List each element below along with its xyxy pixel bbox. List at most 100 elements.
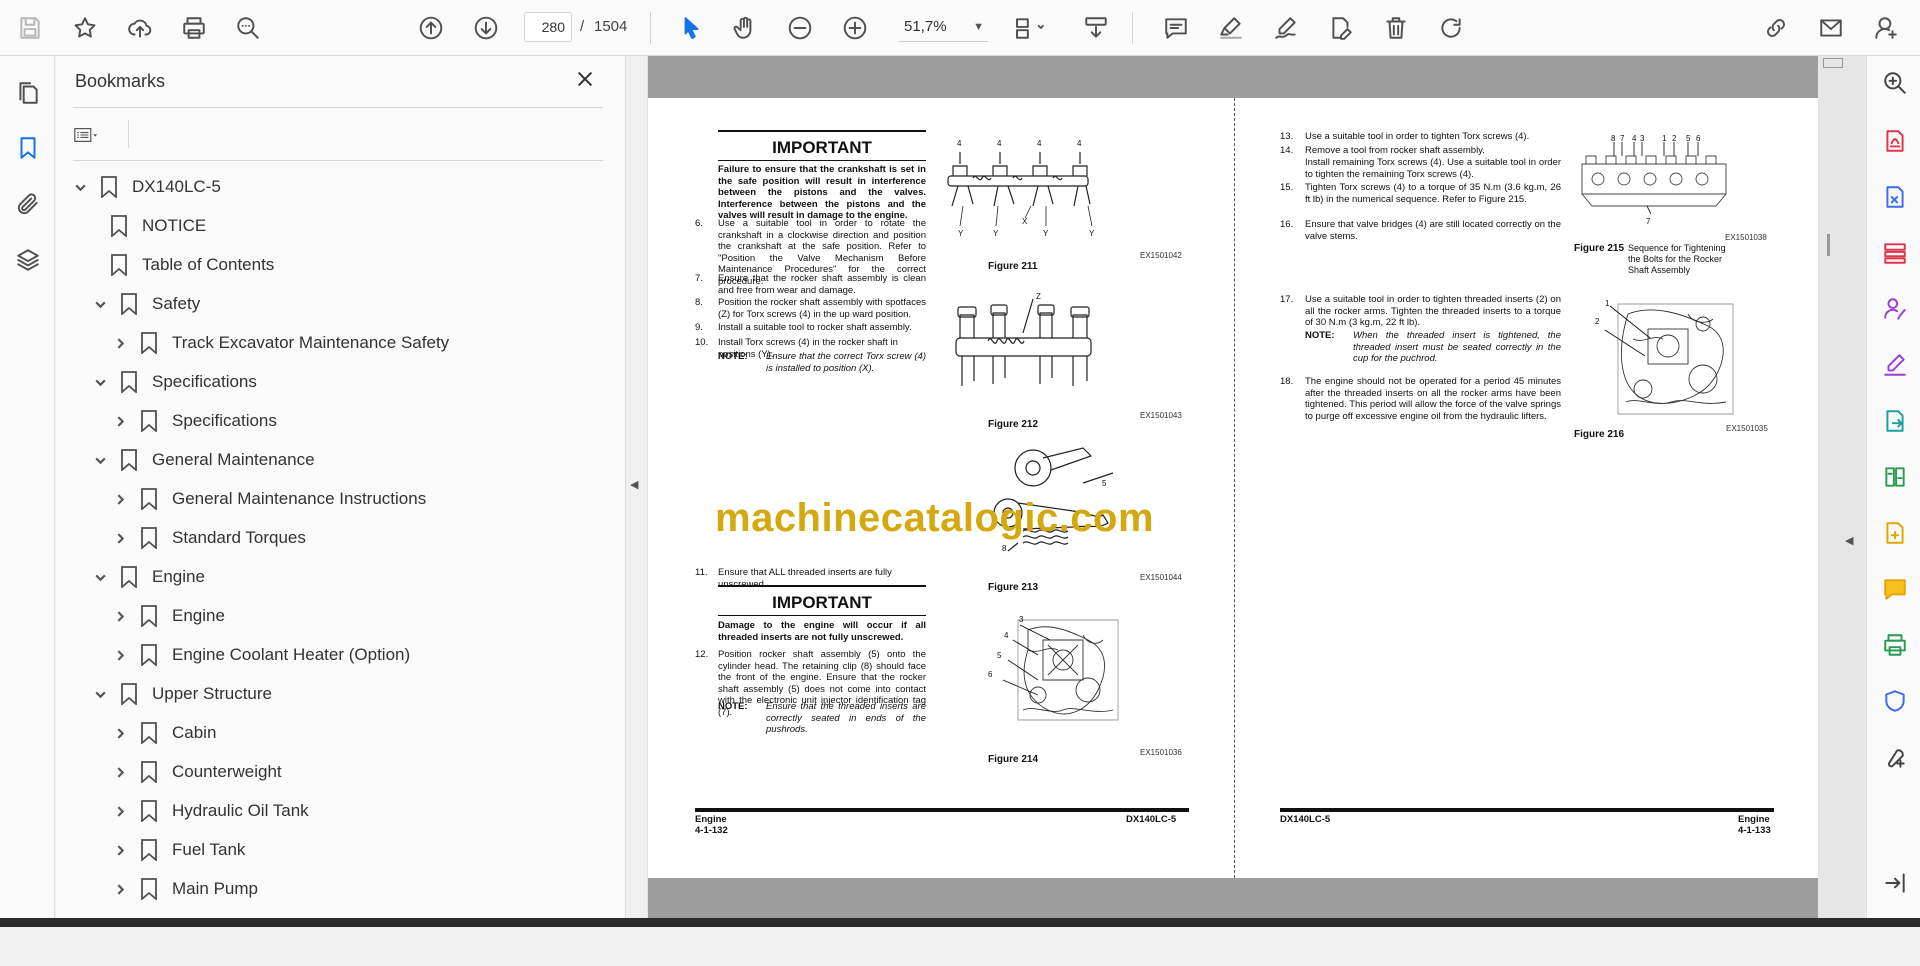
request-signatures-icon[interactable] (1880, 294, 1910, 324)
create-pdf-icon[interactable] (1880, 518, 1910, 548)
bookmark-item[interactable]: Hydraulic Oil Tank (110, 794, 309, 828)
chevron-down-icon[interactable] (90, 372, 110, 392)
chevron-right-icon[interactable] (110, 801, 130, 821)
expand-icon[interactable] (1880, 868, 1910, 898)
chevron-right-icon[interactable] (110, 879, 130, 899)
select-cursor-icon[interactable] (673, 10, 709, 46)
bookmark-item[interactable]: Specifications (90, 365, 257, 399)
bookmark-item[interactable]: Table of Contents (110, 248, 274, 282)
protect-icon[interactable] (1880, 686, 1910, 716)
bookmark-item[interactable]: Main Pump (110, 872, 258, 906)
step-text: The engine should not be operated for a … (1305, 376, 1561, 422)
export-pdf-icon[interactable] (1880, 126, 1910, 156)
bookmark-options-button[interactable] (74, 120, 118, 150)
bookmark-item[interactable]: Engine (110, 599, 225, 633)
page-number-input[interactable]: 280 (524, 12, 572, 42)
bookmark-item[interactable]: Cabin (110, 716, 216, 750)
delete-icon[interactable] (1378, 10, 1414, 46)
compare-icon[interactable] (1880, 462, 1910, 492)
chevron-down-icon[interactable] (90, 450, 110, 470)
crop-icon[interactable] (1006, 10, 1054, 46)
rotate-icon[interactable] (1433, 10, 1469, 46)
chevron-right-icon[interactable] (110, 528, 130, 548)
edit-icon[interactable] (1323, 10, 1359, 46)
step-number: 8. (695, 297, 703, 308)
note-text: Ensure that the correct Torx screw (4) i… (766, 351, 926, 374)
bookmark-item[interactable]: DX140LC-5 (70, 170, 221, 204)
highlight-icon[interactable] (1213, 10, 1249, 46)
layers-icon[interactable] (11, 243, 45, 277)
step-number: 16. (1280, 219, 1294, 230)
document-viewer: IMPORTANT Failure to ensure that the cra… (647, 56, 1865, 918)
attachments-icon[interactable] (11, 187, 45, 221)
figure-211-drawing: 4 4 4 4 Y Y X Y Y (947, 139, 1095, 238)
chevron-right-icon[interactable] (110, 411, 130, 431)
close-icon[interactable] (574, 68, 600, 94)
viewer-scrollbar-thumb[interactable] (1827, 234, 1830, 256)
chevron-right-icon[interactable] (110, 762, 130, 782)
mail-icon[interactable] (1813, 10, 1849, 46)
zoom-icon[interactable] (1880, 68, 1910, 98)
bookmark-item[interactable]: Standard Torques (110, 521, 306, 555)
figure-211-label: X (1022, 217, 1028, 226)
bookmark-item[interactable]: Specifications (110, 404, 277, 438)
figure-215-label: 6 (1696, 134, 1701, 143)
chevron-down-icon[interactable] (70, 177, 90, 197)
bookmark-item[interactable]: Safety (90, 287, 200, 321)
figure-212-label: Z (1036, 293, 1041, 301)
bookmark-item[interactable]: Engine Coolant Heater (Option) (110, 638, 410, 672)
organize-pages-icon[interactable] (1880, 238, 1910, 268)
collapse-panel-icon[interactable]: ◀ (630, 478, 644, 498)
bookmark-label: Engine (172, 606, 225, 625)
chevron-down-icon[interactable] (90, 567, 110, 587)
edit-pdf-icon[interactable] (1880, 182, 1910, 212)
zoom-out-icon[interactable] (782, 10, 818, 46)
user-add-icon[interactable] (1868, 10, 1904, 46)
step-text: Remove a tool from rocker shaft assembly… (1305, 145, 1485, 156)
comment-icon[interactable] (1158, 10, 1194, 46)
chevron-right-icon[interactable] (110, 489, 130, 509)
chevron-right-icon[interactable] (110, 840, 130, 860)
save-icon[interactable] (12, 10, 48, 46)
share-link-icon[interactable] (1758, 10, 1794, 46)
print-production-icon[interactable] (1880, 630, 1910, 660)
chevron-right-icon[interactable] (110, 606, 130, 626)
chevron-down-icon[interactable] (90, 684, 110, 704)
export-icon[interactable] (1880, 406, 1910, 436)
chevron-right-icon[interactable] (110, 723, 130, 743)
sign-icon[interactable] (1268, 10, 1304, 46)
zoom-in-icon[interactable] (837, 10, 873, 46)
search-zoom-icon[interactable] (230, 10, 266, 46)
upload-icon[interactable] (122, 10, 158, 46)
zoom-level-select[interactable]: 51,7% ▼ (898, 14, 988, 42)
page-divider (1234, 98, 1235, 878)
bookmark-item[interactable]: Track Excavator Maintenance Safety (110, 326, 449, 360)
step-number: 15. (1280, 182, 1294, 193)
hand-icon[interactable] (727, 10, 763, 46)
scroll-mode-icon[interactable] (1078, 10, 1114, 46)
bookmark-item[interactable]: Upper Structure (90, 677, 272, 711)
bookmark-item[interactable]: Engine (90, 560, 205, 594)
page-up-icon[interactable] (413, 10, 449, 46)
chevron-down-icon[interactable] (90, 294, 110, 314)
print-icon[interactable] (176, 10, 212, 46)
page-thumbnails-icon[interactable] (11, 76, 45, 110)
chevron-right-icon[interactable] (110, 333, 130, 353)
figure-id: EX1501044 (1140, 573, 1182, 582)
bookmark-item[interactable]: NOTICE (110, 209, 206, 243)
viewer-scrollbar-top[interactable] (1823, 58, 1843, 68)
fill-sign-icon[interactable] (1880, 350, 1910, 380)
more-tools-icon[interactable] (1880, 742, 1910, 772)
expand-right-panel-icon[interactable]: ◀ (1845, 534, 1853, 547)
chevron-right-icon[interactable] (110, 645, 130, 665)
page-down-icon[interactable] (468, 10, 504, 46)
bookmark-panel-icon[interactable] (11, 131, 45, 165)
comment-tool-icon[interactable] (1880, 574, 1910, 604)
step-text: Install remaining Torx screws (4). Use a… (1305, 157, 1561, 180)
footer-rule (695, 808, 1189, 812)
bookmark-item[interactable]: General Maintenance (90, 443, 315, 477)
bookmark-item[interactable]: General Maintenance Instructions (110, 482, 426, 516)
bookmark-item[interactable]: Counterweight (110, 755, 282, 789)
bookmark-item[interactable]: Fuel Tank (110, 833, 245, 867)
star-icon[interactable] (67, 10, 103, 46)
